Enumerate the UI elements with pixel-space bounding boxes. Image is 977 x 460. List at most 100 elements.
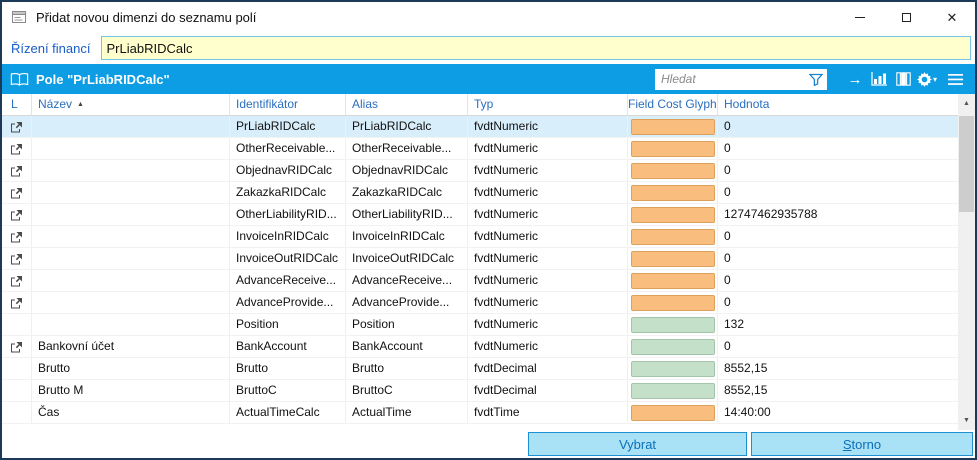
- row-link-cell[interactable]: [2, 292, 32, 313]
- filter-funnel-icon[interactable]: [809, 73, 823, 86]
- search-box[interactable]: [655, 69, 827, 90]
- columns-icon: [896, 72, 911, 86]
- cell-alias: InvoiceOutRIDCalc: [346, 248, 468, 269]
- cell-field-cost-glyph: [628, 402, 718, 423]
- search-input[interactable]: [661, 72, 809, 86]
- cell-hodnota: 0: [718, 226, 958, 247]
- columns-button[interactable]: [891, 66, 915, 92]
- column-header-typ[interactable]: Typ: [468, 94, 628, 115]
- table-row[interactable]: ZakazkaRIDCalc ZakazkaRIDCalc fvdtNumeri…: [2, 182, 958, 204]
- cell-hodnota: 0: [718, 270, 958, 291]
- row-link-cell[interactable]: [2, 138, 32, 159]
- table-row[interactable]: InvoiceInRIDCalc InvoiceInRIDCalc fvdtNu…: [2, 226, 958, 248]
- column-header-nazev[interactable]: Název▲: [32, 94, 230, 115]
- table-row[interactable]: PrLiabRIDCalc PrLiabRIDCalc fvdtNumeric …: [2, 116, 958, 138]
- row-link-cell[interactable]: [2, 160, 32, 181]
- external-link-icon[interactable]: [10, 121, 23, 133]
- table-row[interactable]: ObjednavRIDCalc ObjednavRIDCalc fvdtNume…: [2, 160, 958, 182]
- row-link-cell[interactable]: [2, 270, 32, 291]
- cell-field-cost-glyph: [628, 380, 718, 401]
- external-link-icon[interactable]: [10, 143, 23, 155]
- cost-glyph-bar: [631, 185, 715, 201]
- menu-button[interactable]: [943, 66, 967, 92]
- column-header-hodnota[interactable]: Hodnota: [718, 94, 958, 115]
- chart-button[interactable]: [867, 66, 891, 92]
- dimension-field-label: Řízení financí: [11, 41, 91, 56]
- cell-typ: fvdtNumeric: [468, 204, 628, 225]
- column-header-identifikator[interactable]: Identifikátor: [230, 94, 346, 115]
- cell-field-cost-glyph: [628, 270, 718, 291]
- cell-alias: BruttoC: [346, 380, 468, 401]
- cell-identifikator: Position: [230, 314, 346, 335]
- cell-typ: fvdtNumeric: [468, 336, 628, 357]
- table-row[interactable]: Position Position fvdtNumeric 132: [2, 314, 958, 336]
- row-link-cell[interactable]: [2, 402, 32, 423]
- table-row[interactable]: Brutto Brutto Brutto fvdtDecimal 8552,15: [2, 358, 958, 380]
- external-link-icon[interactable]: [10, 165, 23, 177]
- cell-identifikator: OtherLiabilityRID...: [230, 204, 346, 225]
- cell-alias: ObjednavRIDCalc: [346, 160, 468, 181]
- external-link-icon[interactable]: [10, 275, 23, 287]
- cell-field-cost-glyph: [628, 336, 718, 357]
- scroll-down-button[interactable]: ▼: [958, 412, 975, 429]
- table-row[interactable]: Brutto M BruttoC BruttoC fvdtDecimal 855…: [2, 380, 958, 402]
- table-row[interactable]: OtherReceivable... OtherReceivable... fv…: [2, 138, 958, 160]
- row-link-cell[interactable]: [2, 358, 32, 379]
- cancel-button[interactable]: Storno: [751, 432, 973, 456]
- column-header-field-cost-glyph[interactable]: Field Cost Glyph: [628, 94, 718, 115]
- cell-typ: fvdtDecimal: [468, 380, 628, 401]
- table-row[interactable]: Bankovní účet BankAccount BankAccount fv…: [2, 336, 958, 358]
- row-link-cell[interactable]: [2, 336, 32, 357]
- table-row[interactable]: Čas ActualTimeCalc ActualTime fvdtTime 1…: [2, 402, 958, 424]
- window-title: Přidat novou dimenzi do seznamu polí: [36, 10, 256, 25]
- table-row[interactable]: AdvanceProvide... AdvanceProvide... fvdt…: [2, 292, 958, 314]
- cell-hodnota: 0: [718, 138, 958, 159]
- cell-nazev: Brutto M: [32, 380, 230, 401]
- row-link-cell[interactable]: [2, 226, 32, 247]
- column-header-l[interactable]: L: [2, 94, 32, 115]
- cell-nazev: [32, 116, 230, 137]
- cell-typ: fvdtNumeric: [468, 160, 628, 181]
- vertical-scrollbar[interactable]: ▲ ▼: [958, 94, 975, 430]
- row-link-cell[interactable]: [2, 182, 32, 203]
- cost-glyph-bar: [631, 383, 715, 399]
- export-arrow-button[interactable]: →: [843, 66, 867, 92]
- scroll-up-button[interactable]: ▲: [958, 95, 975, 112]
- dialog-window: Přidat novou dimenzi do seznamu polí ✕ Ř…: [0, 0, 977, 460]
- column-header-alias[interactable]: Alias: [346, 94, 468, 115]
- external-link-icon[interactable]: [10, 253, 23, 265]
- cost-glyph-bar: [631, 405, 715, 421]
- cancel-button-rest: torno: [852, 437, 882, 452]
- table-row[interactable]: AdvanceReceive... AdvanceReceive... fvdt…: [2, 270, 958, 292]
- external-link-icon[interactable]: [10, 341, 23, 353]
- cell-identifikator: ObjednavRIDCalc: [230, 160, 346, 181]
- external-link-icon[interactable]: [10, 231, 23, 243]
- select-button[interactable]: Vybrat: [528, 432, 747, 456]
- cell-alias: AdvanceReceive...: [346, 270, 468, 291]
- external-link-icon[interactable]: [10, 209, 23, 221]
- cell-hodnota: 12747462935788: [718, 204, 958, 225]
- cell-alias: OtherLiabilityRID...: [346, 204, 468, 225]
- row-link-cell[interactable]: [2, 116, 32, 137]
- settings-button[interactable]: ▾: [915, 66, 939, 92]
- table-row[interactable]: InvoiceOutRIDCalc InvoiceOutRIDCalc fvdt…: [2, 248, 958, 270]
- table-row[interactable]: OtherLiabilityRID... OtherLiabilityRID..…: [2, 204, 958, 226]
- cell-nazev: [32, 270, 230, 291]
- scrollbar-thumb[interactable]: [959, 116, 974, 212]
- external-link-icon[interactable]: [10, 297, 23, 309]
- row-link-cell[interactable]: [2, 314, 32, 335]
- row-link-cell[interactable]: [2, 380, 32, 401]
- fields-grid: L Název▲ Identifikátor Alias Typ Field C…: [2, 94, 975, 430]
- minimize-button[interactable]: [837, 2, 883, 32]
- cell-nazev: [32, 138, 230, 159]
- row-link-cell[interactable]: [2, 248, 32, 269]
- gear-caret-icon: ▾: [933, 75, 937, 84]
- close-button[interactable]: ✕: [929, 2, 975, 32]
- maximize-button[interactable]: [883, 2, 929, 32]
- dimension-name-input[interactable]: [101, 36, 972, 60]
- external-link-icon[interactable]: [10, 187, 23, 199]
- cost-glyph-bar: [631, 339, 715, 355]
- row-link-cell[interactable]: [2, 204, 32, 225]
- cost-glyph-bar: [631, 295, 715, 311]
- cell-alias: PrLiabRIDCalc: [346, 116, 468, 137]
